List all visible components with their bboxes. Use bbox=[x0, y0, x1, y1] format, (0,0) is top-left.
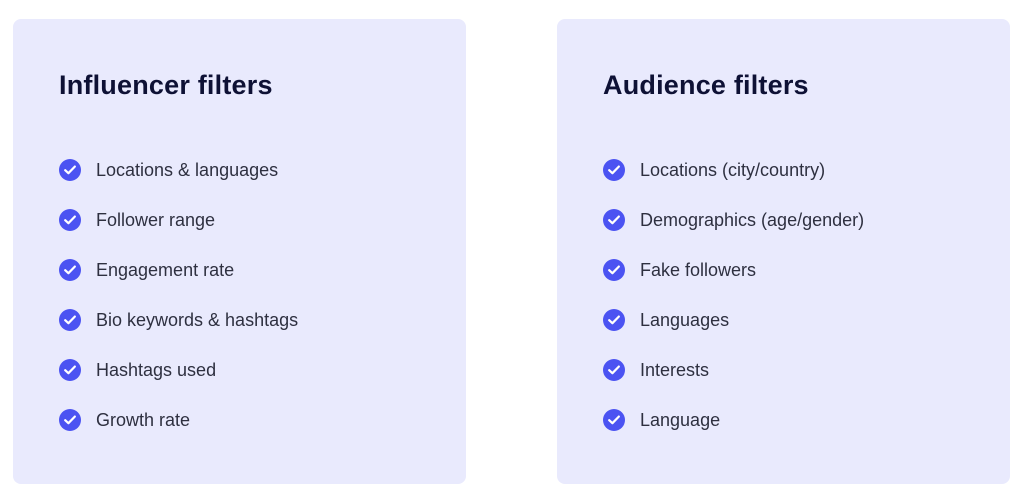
filter-label: Follower range bbox=[96, 210, 216, 230]
influencer-filters-card: Influencer filters Locations & languages… bbox=[13, 19, 466, 484]
filter-label: Engagement rate bbox=[96, 260, 235, 280]
filters-section: Influencer filters Locations & languages… bbox=[0, 0, 1024, 500]
influencer-filters-title: Influencer filters bbox=[59, 70, 273, 100]
check-circle-icon bbox=[59, 409, 81, 431]
check-circle-icon bbox=[603, 309, 625, 331]
list-item: Locations (city/country) bbox=[603, 145, 1010, 195]
list-item: Hashtags used bbox=[59, 345, 466, 395]
list-item: Engagement rate bbox=[59, 245, 466, 295]
influencer-filters-list: Locations & languages Follower range Eng… bbox=[59, 145, 466, 445]
check-circle-icon bbox=[59, 309, 81, 331]
check-circle-icon bbox=[603, 359, 625, 381]
list-item: Language bbox=[603, 395, 1010, 445]
list-item: Locations & languages bbox=[59, 145, 466, 195]
check-circle-icon bbox=[59, 209, 81, 231]
filter-label: Demographics (age/gender) bbox=[640, 210, 865, 230]
list-item: Growth rate bbox=[59, 395, 466, 445]
check-circle-icon bbox=[59, 359, 81, 381]
filter-label: Languages bbox=[640, 310, 730, 330]
filter-label: Growth rate bbox=[96, 410, 191, 430]
filter-label: Fake followers bbox=[640, 260, 757, 280]
audience-filters-list: Locations (city/country) Demographics (a… bbox=[603, 145, 1010, 445]
check-circle-icon bbox=[59, 159, 81, 181]
list-item: Follower range bbox=[59, 195, 466, 245]
list-item: Bio keywords & hashtags bbox=[59, 295, 466, 345]
filter-label: Bio keywords & hashtags bbox=[96, 310, 299, 330]
check-circle-icon bbox=[603, 259, 625, 281]
filter-label: Locations & languages bbox=[96, 160, 279, 180]
audience-filters-title: Audience filters bbox=[603, 70, 809, 100]
list-item: Interests bbox=[603, 345, 1010, 395]
check-circle-icon bbox=[59, 259, 81, 281]
list-item: Demographics (age/gender) bbox=[603, 195, 1010, 245]
list-item: Fake followers bbox=[603, 245, 1010, 295]
check-circle-icon bbox=[603, 159, 625, 181]
filter-label: Language bbox=[640, 410, 721, 430]
filter-label: Hashtags used bbox=[96, 360, 217, 380]
list-item: Languages bbox=[603, 295, 1010, 345]
check-circle-icon bbox=[603, 409, 625, 431]
filter-label: Locations (city/country) bbox=[640, 160, 826, 180]
check-circle-icon bbox=[603, 209, 625, 231]
audience-filters-card: Audience filters Locations (city/country… bbox=[557, 19, 1010, 484]
filter-label: Interests bbox=[640, 360, 710, 380]
